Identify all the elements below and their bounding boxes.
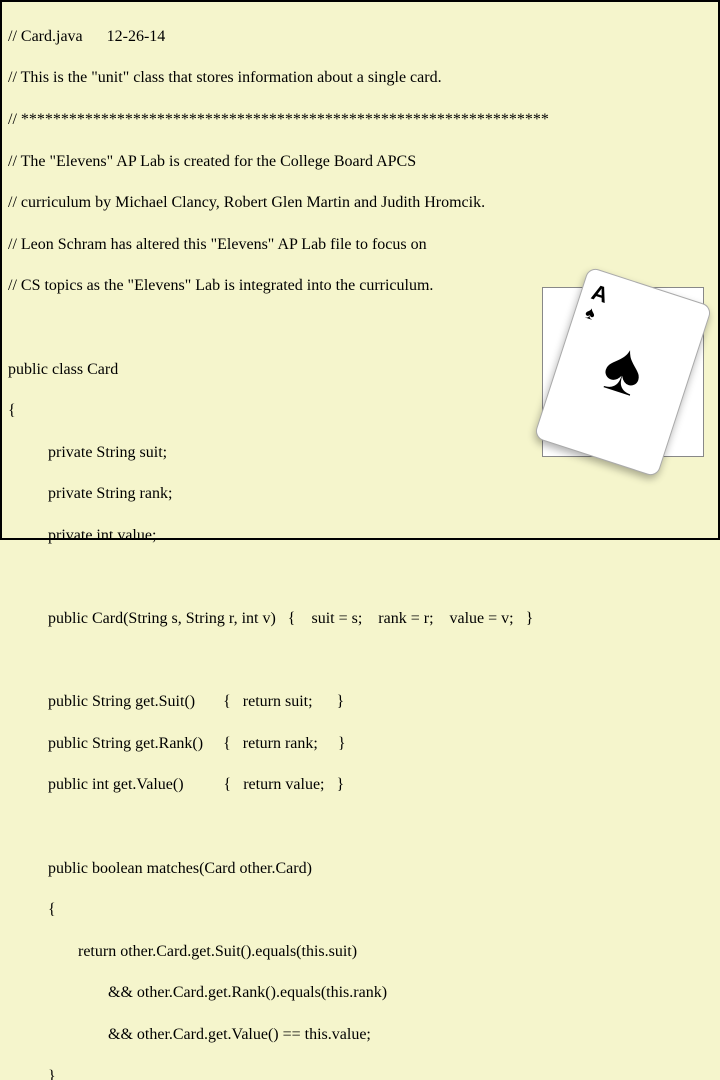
comment-line: // curriculum by Michael Clancy, Robert … [8,193,712,214]
comment-line: // Card.java 12-26-14 [8,27,712,48]
getter: public String get.Rank() { return rank; … [8,734,712,755]
return-line: && other.Card.get.Value() == this.value; [8,1025,712,1046]
spade-icon: ♠ [582,301,598,326]
comment-line: // This is the "unit" class that stores … [8,68,712,89]
card-face: A ♠ ♠ [533,266,712,477]
return-line: && other.Card.get.Rank().equals(this.ran… [8,983,712,1004]
getter: public int get.Value() { return value; } [8,775,712,796]
playing-card-image: A ♠ ♠ [542,287,704,457]
field: private int value; [8,526,712,547]
field: private String rank; [8,484,712,505]
return-line: return other.Card.get.Suit().equals(this… [8,942,712,963]
brace: } [8,1067,712,1080]
comment-line: // The "Elevens" AP Lab is created for t… [8,152,712,173]
constructor: public Card(String s, String r, int v) {… [8,609,712,630]
comment-line: // Leon Schram has altered this "Elevens… [8,235,712,256]
method-signature: public boolean matches(Card other.Card) [8,859,712,880]
code-listing: // Card.java 12-26-14 // This is the "un… [8,6,712,1080]
spade-icon: ♠ [595,328,654,408]
getter: public String get.Suit() { return suit; … [8,692,712,713]
comment-line: // *************************************… [8,110,712,131]
brace: { [8,900,712,921]
